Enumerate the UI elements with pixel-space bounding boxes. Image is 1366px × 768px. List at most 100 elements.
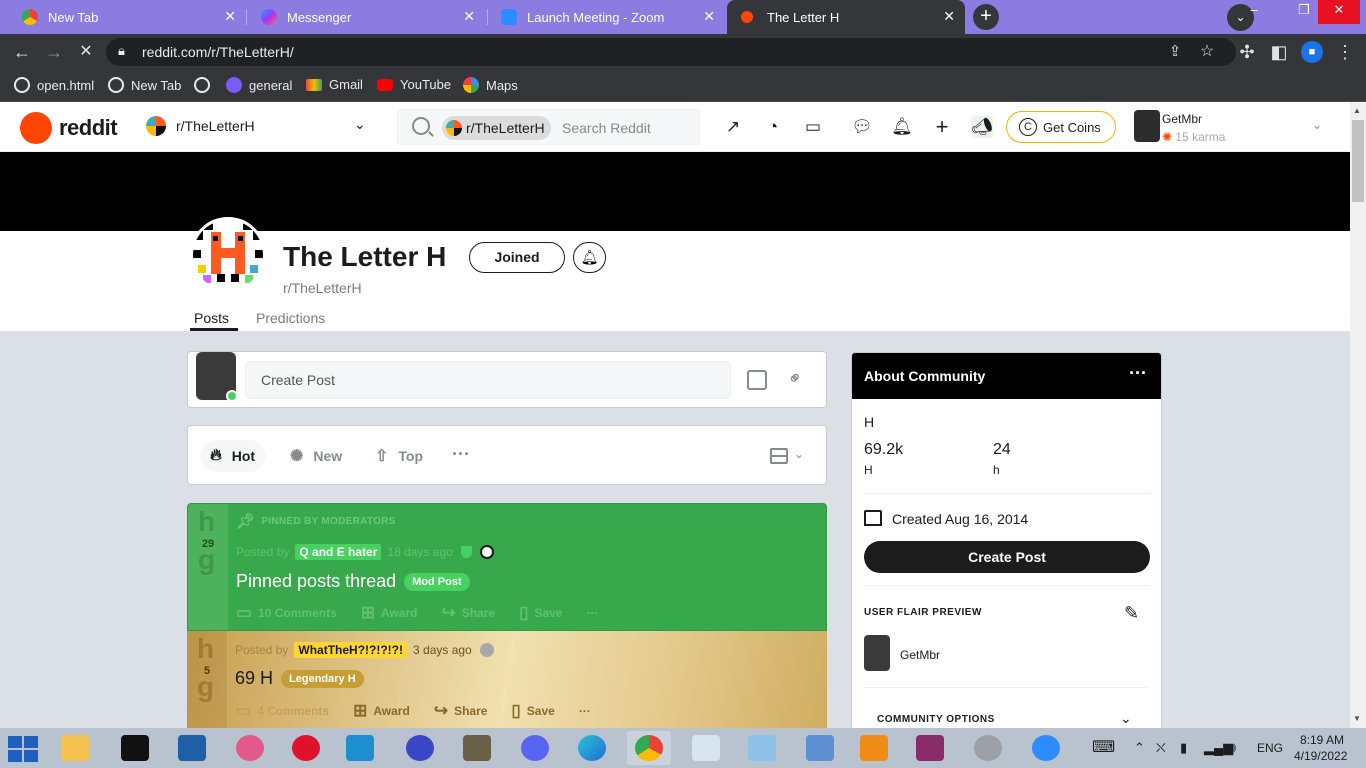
browser-tab-zoom[interactable]: Launch Meeting - Zoom ✕ (487, 0, 725, 34)
opera-icon[interactable] (284, 731, 328, 765)
gimp-icon[interactable] (455, 731, 499, 765)
reddit-logo-icon[interactable] (20, 112, 52, 144)
upvote-icon[interactable]: h (198, 506, 215, 538)
award-button[interactable]: ⊞ Award (353, 701, 410, 721)
discord-icon[interactable] (513, 731, 557, 765)
reddit-logo-text[interactable]: reddit (59, 115, 118, 141)
bookmark-open-html[interactable]: open.html (14, 77, 94, 93)
link-icon[interactable]: ⚭ (783, 366, 809, 392)
more-options-icon[interactable]: ··· (586, 606, 598, 620)
sort-new-button[interactable]: ✺ New (280, 440, 352, 472)
bookmark-new-tab[interactable]: New Tab (108, 77, 181, 93)
view-layout-toggle[interactable]: ⌄ (770, 446, 810, 466)
zoom-taskbar-icon[interactable] (1024, 731, 1068, 765)
browser-tab-new-tab[interactable]: New Tab ✕ (8, 0, 246, 34)
file-explorer-icon[interactable] (53, 731, 97, 765)
image-upload-icon[interactable] (747, 370, 767, 390)
share-icon[interactable]: ⇪ (1164, 41, 1186, 63)
page-scrollbar[interactable]: ▲ ▼ (1350, 102, 1366, 728)
volume-icon[interactable]: 🔊︎ (1228, 740, 1236, 756)
snipping-tool-icon[interactable] (228, 731, 272, 765)
post-flair[interactable]: Legendary H (281, 669, 364, 688)
close-icon[interactable]: ✕ (943, 8, 955, 25)
chrome-taskbar-icon[interactable] (627, 731, 671, 765)
more-options-icon[interactable]: ··· (452, 444, 470, 465)
create-post-plus-icon[interactable]: + (931, 116, 953, 138)
window-close-button[interactable]: ✕ (1318, 0, 1360, 24)
notepad-icon[interactable] (740, 731, 784, 765)
tab-posts[interactable]: Posts (194, 310, 229, 326)
task-manager-icon[interactable] (684, 731, 728, 765)
more-options-icon[interactable]: ··· (579, 704, 591, 718)
chat-icon[interactable]: 💬︎ (851, 116, 873, 138)
scroll-up-arrow-icon[interactable]: ▲ (1353, 106, 1361, 115)
search-community-chip[interactable]: r/TheLetterH (442, 116, 551, 140)
app-icon[interactable] (338, 731, 382, 765)
post-title[interactable]: Pinned posts thread Mod Post (236, 571, 470, 592)
post-card[interactable]: h 29 g 📌︎ PINNED BY MODERATORS Posted by … (187, 503, 827, 631)
browser-tab-the-letter-h[interactable]: The Letter H ✕ (727, 0, 965, 34)
new-tab-button[interactable]: + (973, 4, 999, 30)
network-status-icon[interactable]: ⛌ (1156, 740, 1166, 756)
share-button[interactable]: ↪ Share (441, 603, 495, 623)
notification-bell-button[interactable]: 🔔︎ (573, 242, 606, 273)
edge-icon[interactable] (570, 731, 614, 765)
media-player-icon[interactable] (852, 731, 896, 765)
stop-loading-icon[interactable]: ✕ (75, 41, 97, 63)
tray-chevron-up-icon[interactable]: ⌃ (1134, 740, 1145, 756)
bookmark-general[interactable]: general (226, 77, 292, 93)
share-button[interactable]: ↪ Share (434, 701, 488, 721)
edit-pencil-icon[interactable]: ✎ (1124, 603, 1139, 624)
bookmark-gmail[interactable]: Gmail (306, 77, 363, 92)
community-selector[interactable]: r/TheLetterH (146, 116, 255, 136)
author-link[interactable]: WhatTheH?!?!?!?! (294, 642, 408, 658)
chrome-menu-icon[interactable]: ⋮ (1334, 41, 1356, 63)
create-post-button[interactable]: Create Post (864, 541, 1150, 573)
app-window-icon[interactable] (798, 731, 842, 765)
forward-arrow-icon[interactable]: → (43, 41, 65, 63)
maximize-button[interactable]: ❐ (1286, 0, 1322, 24)
command-prompt-icon[interactable] (113, 731, 157, 765)
save-button[interactable]: ▯ Save (519, 603, 562, 623)
search-input[interactable]: Search Reddit (562, 120, 651, 136)
downvote-icon[interactable]: g (198, 544, 215, 576)
powershell-icon[interactable] (170, 731, 214, 765)
scroll-down-arrow-icon[interactable]: ▼ (1353, 714, 1361, 723)
close-icon[interactable]: ✕ (703, 8, 715, 25)
search-bar[interactable]: r/TheLetterH Search Reddit (397, 109, 700, 145)
reddit-live-icon[interactable]: ▭ (802, 116, 824, 138)
sort-hot-button[interactable]: 🔥︎ Hot (200, 440, 266, 472)
speaker-app-icon[interactable] (966, 731, 1010, 765)
avatar[interactable] (196, 352, 238, 402)
post-title[interactable]: 69 H Legendary H (235, 668, 364, 689)
advertise-megaphone-icon[interactable]: 📣︎ (971, 116, 993, 138)
author-link[interactable]: Q and E hater (295, 544, 382, 560)
language-indicator[interactable]: ENG (1257, 741, 1283, 755)
windows-start-icon[interactable] (8, 736, 40, 764)
upvote-icon[interactable]: h (197, 633, 214, 665)
chevron-down-icon[interactable]: ⌄ (354, 116, 366, 133)
popular-arrow-icon[interactable]: ↗ (722, 116, 744, 138)
stats-icon[interactable]: ◔ (762, 116, 784, 138)
more-options-icon[interactable]: ··· (1129, 363, 1147, 384)
audio-app-icon[interactable] (398, 731, 442, 765)
user-menu[interactable]: GetMbr ✺ 15 karma ⌄ (1130, 106, 1340, 148)
downvote-icon[interactable]: g (197, 671, 214, 703)
tab-predictions[interactable]: Predictions (256, 310, 325, 326)
close-icon[interactable]: ✕ (224, 8, 236, 25)
notification-bell-icon[interactable]: 🔔︎ (891, 116, 913, 138)
address-bar[interactable]: 🔒︎ reddit.com/r/TheLetterH/ ⇪ ☆ (106, 38, 1236, 66)
post-flair[interactable]: Mod Post (404, 572, 470, 591)
minimize-button[interactable]: – (1236, 0, 1272, 24)
back-arrow-icon[interactable]: ← (11, 41, 33, 63)
comments-button[interactable]: ▭ 10 Comments (236, 603, 337, 623)
clock-time[interactable]: 8:19 AM (1300, 733, 1344, 747)
create-post-input[interactable]: Create Post (245, 361, 731, 399)
clock-date[interactable]: 4/19/2022 (1294, 749, 1347, 763)
bookmark-youtube[interactable]: YouTube (377, 77, 451, 92)
browser-tab-messenger[interactable]: Messenger ✕ (247, 0, 485, 34)
profile-avatar-icon[interactable]: ■ (1301, 41, 1323, 63)
sort-top-button[interactable]: ⇧ Top (365, 440, 433, 472)
close-icon[interactable]: ✕ (463, 8, 475, 25)
community-options-toggle[interactable]: COMMUNITY OPTIONS (877, 714, 995, 725)
